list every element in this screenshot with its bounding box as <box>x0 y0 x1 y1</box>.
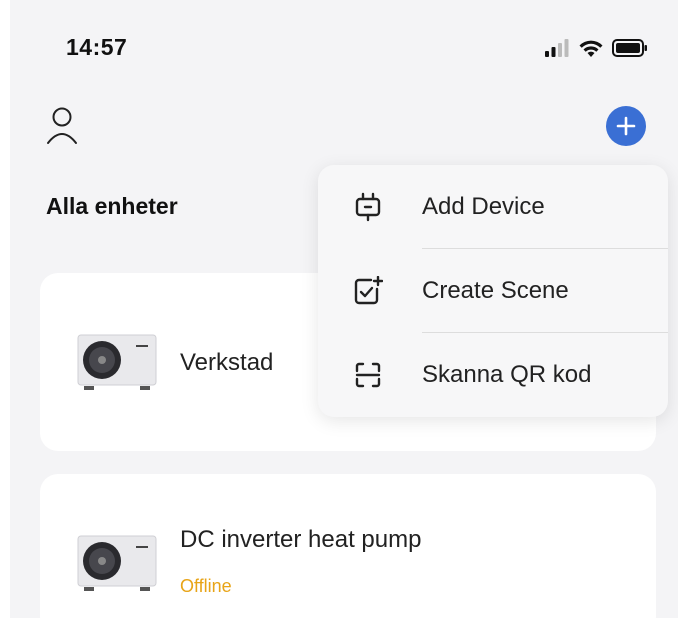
menu-item-add-device[interactable]: Add Device <box>318 165 668 249</box>
menu-item-label: Skanna QR kod <box>422 361 592 388</box>
add-menu-popover: Add Device Create Scene Skanna QR kod <box>318 165 668 417</box>
menu-item-label: Add Device <box>422 193 545 220</box>
user-profile-button[interactable] <box>40 104 84 148</box>
status-bar: 14:57 <box>10 0 678 90</box>
device-name: DC inverter heat pump <box>180 526 422 553</box>
section-title: Alla enheter <box>46 193 178 219</box>
plus-icon <box>616 116 636 136</box>
menu-item-create-scene[interactable]: Create Scene <box>318 249 668 333</box>
status-time: 14:57 <box>66 34 128 60</box>
add-device-icon <box>352 191 384 223</box>
menu-item-scan-qr[interactable]: Skanna QR kod <box>318 333 668 417</box>
cellular-signal-icon <box>545 39 569 57</box>
status-icons <box>544 38 648 58</box>
menu-item-label: Create Scene <box>422 277 569 304</box>
device-status-badge: Offline <box>180 576 232 596</box>
device-card-dc-inverter[interactable]: DC inverter heat pump Offline <box>40 474 656 618</box>
user-icon <box>47 107 77 144</box>
scan-qr-icon <box>352 359 384 391</box>
battery-icon <box>612 39 647 57</box>
app-screen: 14:57 Alla enheter Verkstad DC inverter … <box>10 0 678 618</box>
add-button[interactable] <box>606 106 646 146</box>
create-scene-icon <box>352 275 384 307</box>
heat-pump-image <box>77 334 157 390</box>
wifi-icon <box>579 40 603 57</box>
heat-pump-image <box>77 535 157 591</box>
device-name: Verkstad <box>180 349 274 376</box>
